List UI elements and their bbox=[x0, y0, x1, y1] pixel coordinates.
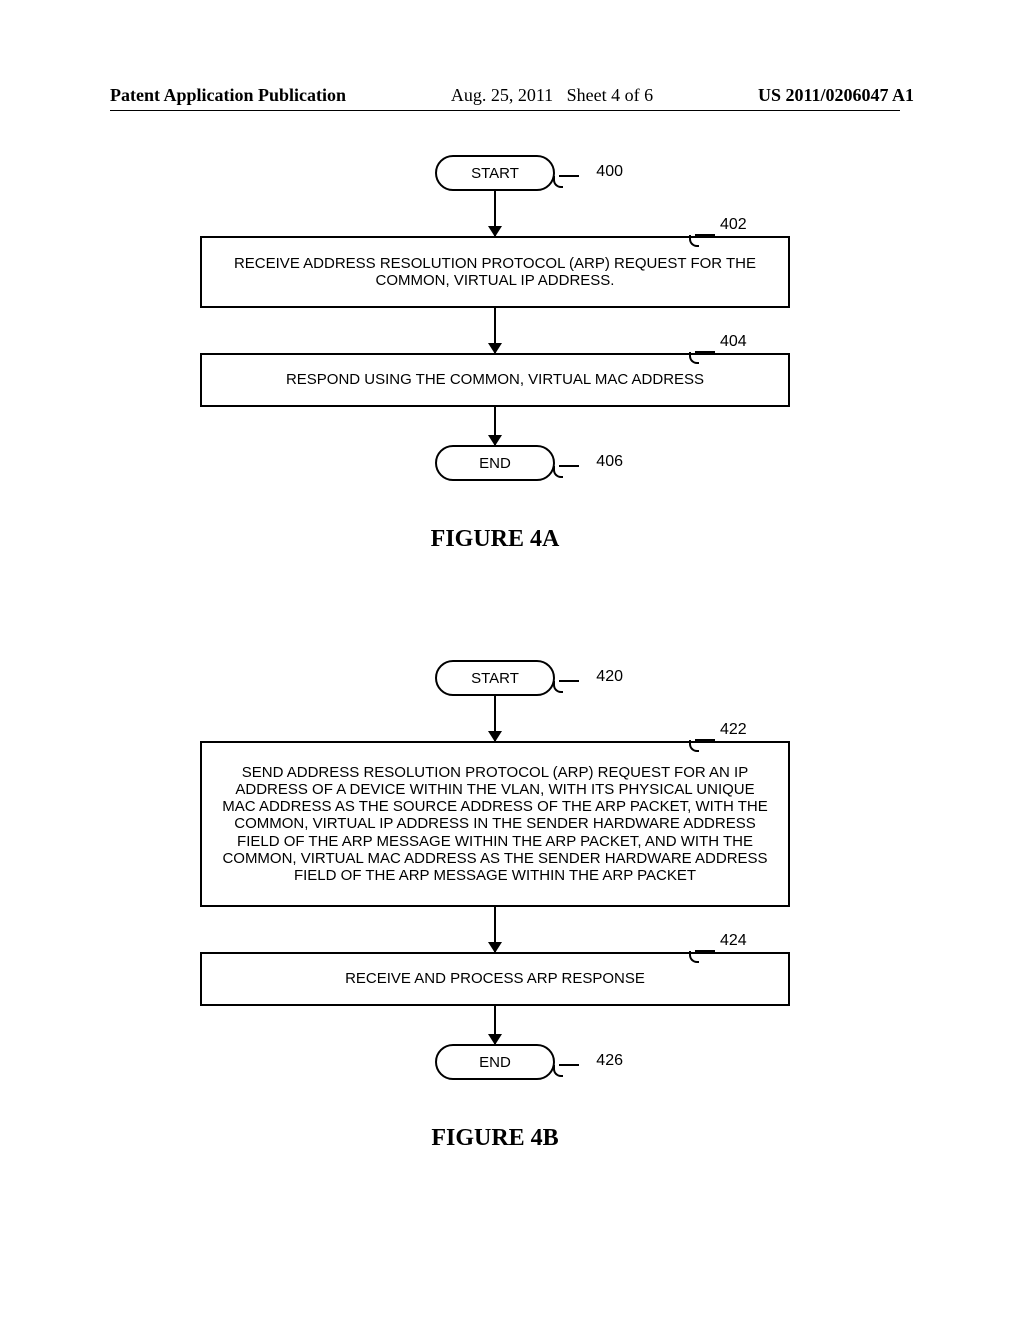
leader-426 bbox=[559, 1064, 579, 1066]
ref-422: 422 bbox=[720, 721, 747, 739]
process-422-label: SEND ADDRESS RESOLUTION PROTOCOL (ARP) R… bbox=[220, 764, 770, 885]
arrow-422-424 bbox=[494, 917, 497, 952]
pub-date: Aug. 25, 2011 bbox=[451, 85, 553, 105]
arrow-stub bbox=[494, 407, 497, 417]
start-label-a: START bbox=[471, 165, 519, 182]
leader-400 bbox=[559, 175, 579, 177]
arrow-stub bbox=[494, 696, 497, 706]
ref-420: 420 bbox=[596, 668, 623, 686]
end-label-a: END bbox=[479, 455, 511, 472]
start-label-b: START bbox=[471, 670, 519, 687]
process-404: RESPOND USING THE COMMON, VIRTUAL MAC AD… bbox=[200, 353, 790, 407]
figure-4a-caption: FIGURE 4A bbox=[200, 526, 790, 553]
page-header: Patent Application Publication Aug. 25, … bbox=[0, 85, 1024, 111]
arrow-402-404 bbox=[494, 318, 497, 353]
leader-420 bbox=[559, 680, 579, 682]
publication-type: Patent Application Publication bbox=[110, 85, 346, 106]
process-402-label: RECEIVE ADDRESS RESOLUTION PROTOCOL (ARP… bbox=[227, 255, 763, 290]
flowchart-4b: START 420 422 SEND ADDRESS RESOLUTION PR… bbox=[200, 640, 790, 1152]
flowchart-4a: START 400 402 RECEIVE ADDRESS RESOLUTION… bbox=[200, 135, 790, 553]
arrow-stub bbox=[494, 308, 497, 318]
publication-number: US 2011/0206047 A1 bbox=[758, 85, 914, 106]
arrow-stub bbox=[494, 191, 497, 201]
end-node-b: END 426 bbox=[435, 1044, 555, 1080]
ref-406: 406 bbox=[596, 453, 623, 471]
arrow-stub bbox=[494, 907, 497, 917]
arrow-420-422 bbox=[494, 706, 497, 741]
ref-402: 402 bbox=[720, 216, 747, 234]
ref-426: 426 bbox=[596, 1052, 623, 1070]
ref-424: 424 bbox=[720, 932, 747, 950]
date-sheet: Aug. 25, 2011 Sheet 4 of 6 bbox=[451, 85, 653, 106]
end-node-a: END 406 bbox=[435, 445, 555, 481]
process-402: RECEIVE ADDRESS RESOLUTION PROTOCOL (ARP… bbox=[200, 236, 790, 308]
leader-406 bbox=[559, 465, 579, 467]
start-node-a: START 400 bbox=[435, 155, 555, 191]
header-rule bbox=[110, 110, 900, 111]
process-422: SEND ADDRESS RESOLUTION PROTOCOL (ARP) R… bbox=[200, 741, 790, 907]
arrow-stub bbox=[494, 1006, 497, 1016]
arrow-404-406 bbox=[494, 417, 497, 445]
figure-4b-caption: FIGURE 4B bbox=[200, 1125, 790, 1152]
sheet-number: Sheet 4 of 6 bbox=[567, 85, 653, 105]
arrow-424-426 bbox=[494, 1016, 497, 1044]
start-node-b: START 420 bbox=[435, 660, 555, 696]
process-404-label: RESPOND USING THE COMMON, VIRTUAL MAC AD… bbox=[286, 371, 704, 388]
arrow-400-402 bbox=[494, 201, 497, 236]
ref-400: 400 bbox=[596, 163, 623, 181]
process-424: RECEIVE AND PROCESS ARP RESPONSE bbox=[200, 952, 790, 1006]
process-424-label: RECEIVE AND PROCESS ARP RESPONSE bbox=[345, 970, 645, 987]
end-label-b: END bbox=[479, 1054, 511, 1071]
ref-404: 404 bbox=[720, 333, 747, 351]
